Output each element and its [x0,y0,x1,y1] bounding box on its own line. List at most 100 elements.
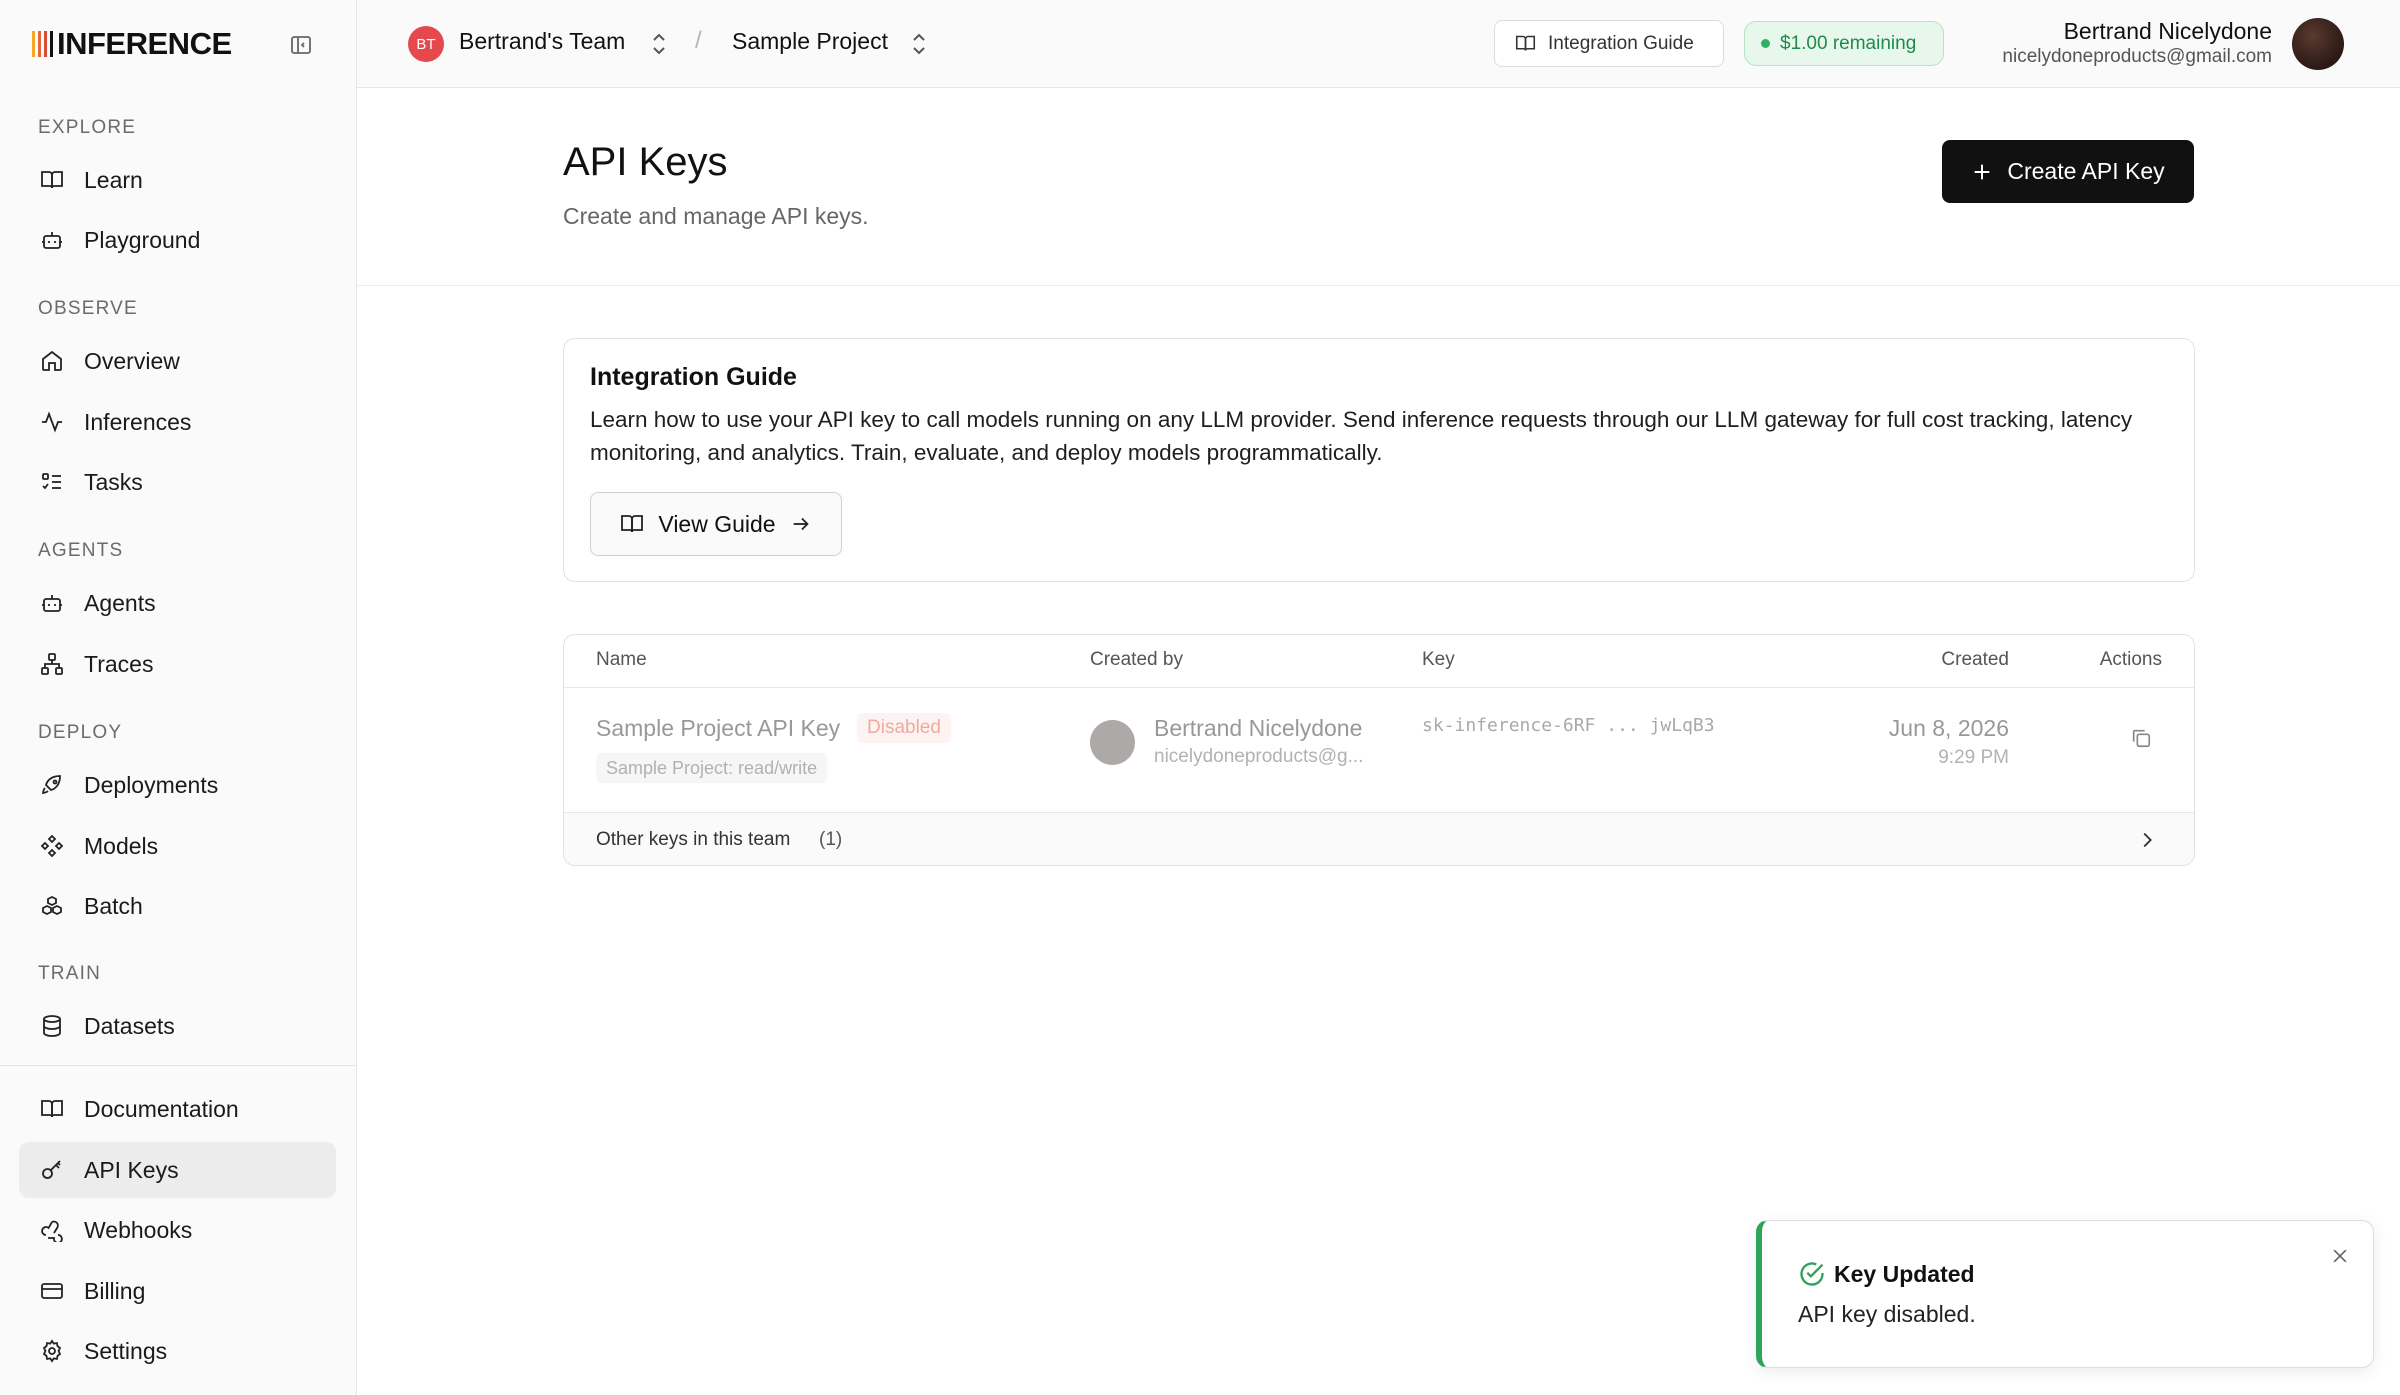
database-icon [39,1013,65,1039]
boxes-icon [39,893,65,919]
chevrons-up-down-icon[interactable] [649,30,669,58]
column-header-actions: Actions [2099,649,2162,670]
sidebar-item-label: Webhooks [84,1216,193,1243]
avatar [1090,720,1135,765]
sidebar-item-label: Datasets [84,1012,175,1039]
table-header-divider [564,687,2194,688]
activity-icon [39,409,65,435]
brand-logo[interactable]: INFERENCE [32,26,232,61]
arrow-right-icon [790,513,812,535]
brand-bars-icon [32,31,53,57]
sidebar-item-label: Tasks [84,468,143,495]
sidebar-item-label: Agents [84,589,156,616]
sidebar-item-billing[interactable]: Billing [19,1263,336,1319]
sidebar-item-settings[interactable]: Settings [19,1323,336,1379]
sidebar-item-datasets[interactable]: Datasets [19,998,336,1054]
plus-icon [1971,161,1993,183]
integration-guide-label: Integration Guide [1548,32,1694,54]
sidebar-item-label: Playground [84,226,201,253]
sidebar-divider [0,1065,357,1066]
chevrons-up-down-icon[interactable] [909,30,929,58]
team-switcher[interactable]: Bertrand's Team [459,28,625,55]
sidebar: INFERENCE EXPLORE Learn Playground OBSER… [0,0,357,1395]
rocket-icon [39,772,65,798]
section-label-explore: EXPLORE [38,117,137,138]
sidebar-item-batch[interactable]: Batch [19,878,336,934]
book-open-icon [620,512,644,536]
top-header: BT Bertrand's Team / Sample Project Inte… [357,0,2400,88]
sidebar-item-label: Models [84,832,159,859]
other-keys-label: Other keys in this team [596,829,791,850]
create-api-key-button[interactable]: Create API Key [1942,140,2194,203]
book-open-icon [39,167,65,193]
team-avatar: BT [408,26,444,62]
created-date: Jun 8, 2026 [1888,715,2009,741]
guide-card-title: Integration Guide [590,363,797,391]
sidebar-item-models[interactable]: Models [19,818,336,874]
sidebar-item-playground[interactable]: Playground [19,212,336,268]
sidebar-item-api-keys[interactable]: API Keys [19,1142,336,1198]
creator-name: Bertrand Nicelydone [1154,715,1363,741]
book-open-icon [39,1096,65,1122]
sidebar-item-agents[interactable]: Agents [19,575,336,631]
home-icon [39,348,65,374]
sidebar-item-label: Deployments [84,771,219,798]
copy-key-button[interactable] [2126,723,2156,753]
guide-card-body: Learn how to use your API key to call mo… [590,407,2133,465]
workflow-icon [39,651,65,677]
check-circle-icon [1798,1260,1826,1288]
integration-guide-card: Integration Guide Learn how to use your … [563,338,2195,582]
column-header-created-by: Created by [1090,649,1183,670]
credits-badge[interactable]: $1.00 remaining [1744,21,1944,66]
breadcrumb-separator: / [695,27,702,54]
sidebar-item-label: Traces [84,650,154,677]
key-icon [39,1157,65,1183]
project-switcher[interactable]: Sample Project [732,28,888,55]
created-time: 9:29 PM [1938,747,2009,768]
sidebar-item-label: Learn [84,166,143,193]
page-subtitle: Create and manage API keys. [563,203,869,229]
sidebar-item-learn[interactable]: Learn [19,152,336,208]
sidebar-item-deployments[interactable]: Deployments [19,757,336,813]
close-icon[interactable] [2327,1243,2353,1269]
sidebar-item-webhooks[interactable]: Webhooks [19,1202,336,1258]
sidebar-item-tasks[interactable]: Tasks [19,454,336,510]
user-avatar[interactable] [2292,18,2344,70]
column-header-created: Created [1941,649,2009,670]
sidebar-item-label: Inferences [84,408,192,435]
brand-name: INFERENCE [57,26,232,61]
gear-icon [39,1338,65,1364]
status-badge: Disabled [857,713,951,743]
sidebar-item-inferences[interactable]: Inferences [19,394,336,450]
bot-icon [39,227,65,253]
sidebar-item-label: Settings [84,1337,168,1364]
view-guide-button[interactable]: View Guide [590,492,842,556]
book-open-icon [1515,33,1536,54]
create-api-key-label: Create API Key [2007,158,2165,184]
sidebar-item-label: Overview [84,347,180,374]
other-keys-count: (1) [819,829,843,850]
user-email: nicelydoneproducts@gmail.com [2002,46,2272,67]
diamond-cluster-icon [39,833,65,859]
sidebar-item-overview[interactable]: Overview [19,333,336,389]
sidebar-item-label: Billing [84,1277,146,1304]
other-keys-row[interactable]: Other keys in this team (1) [564,812,2194,865]
bot-icon [39,590,65,616]
user-name: Bertrand Nicelydone [2063,18,2272,44]
section-label-observe: OBSERVE [38,298,138,319]
integration-guide-button[interactable]: Integration Guide [1494,20,1724,67]
column-header-key: Key [1422,649,1455,670]
webhook-icon [39,1217,65,1243]
status-dot-icon [1761,39,1770,48]
toast-notification: Key Updated API key disabled. [1756,1220,2374,1368]
scope-badge: Sample Project: read/write [596,753,828,783]
copy-icon [2132,729,2151,748]
divider [357,285,2400,286]
list-todo-icon [39,469,65,495]
credits-label: $1.00 remaining [1780,32,1917,54]
sidebar-item-label: Batch [84,892,143,919]
creator-email: nicelydoneproducts@g... [1154,746,1364,767]
sidebar-item-traces[interactable]: Traces [19,636,336,692]
sidebar-collapse-button[interactable] [285,30,317,60]
sidebar-item-documentation[interactable]: Documentation [19,1081,336,1137]
